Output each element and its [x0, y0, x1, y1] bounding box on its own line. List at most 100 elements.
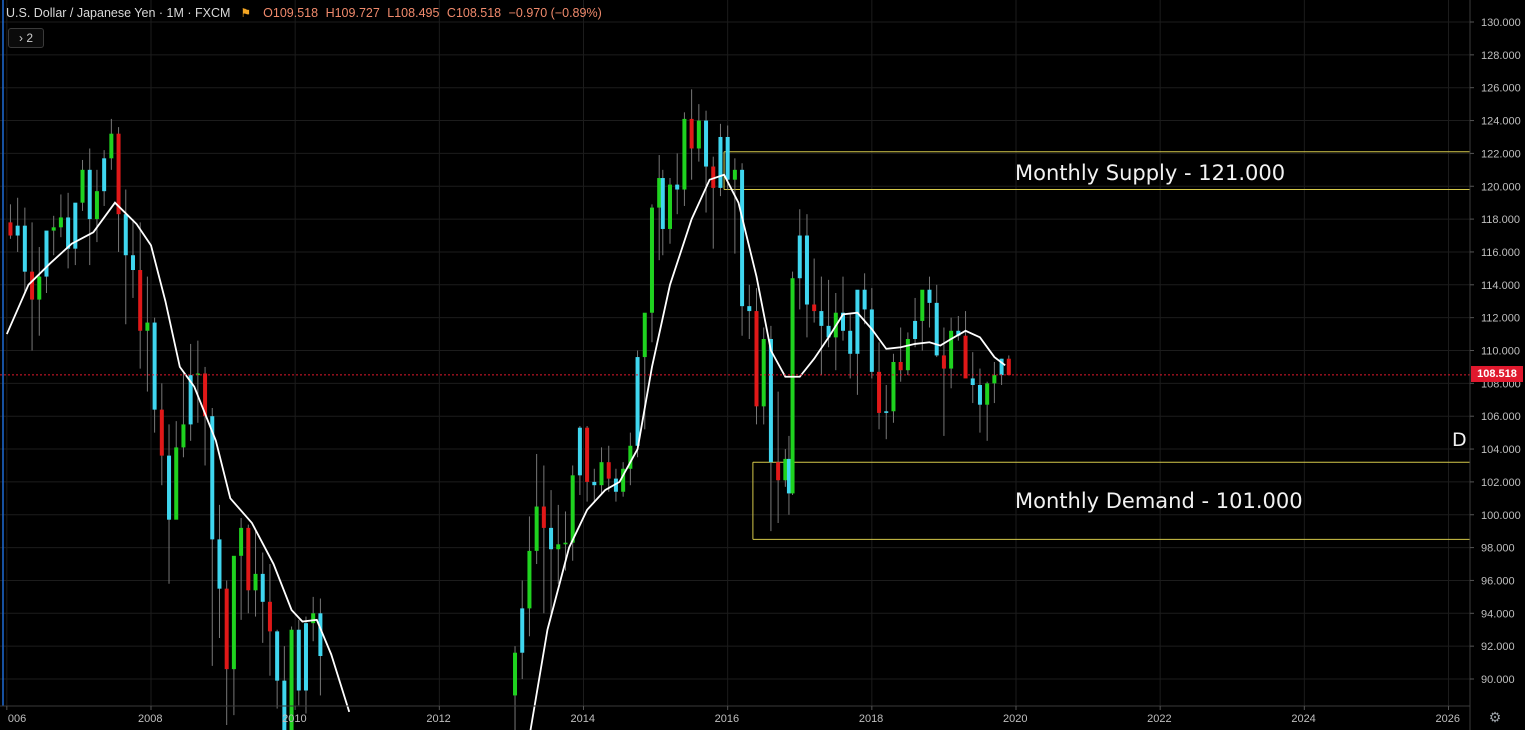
candle-body[interactable] — [577, 427, 582, 476]
candle-body[interactable] — [224, 588, 229, 670]
candle-body[interactable] — [740, 169, 745, 307]
candle-body[interactable] — [541, 506, 546, 528]
candle-body[interactable] — [862, 289, 867, 310]
candle-body[interactable] — [790, 278, 795, 494]
symbol-title[interactable]: U.S. Dollar / Japanese Yen · 1M · FXCM — [6, 6, 230, 20]
candle-body[interactable] — [275, 631, 280, 681]
candle-body[interactable] — [296, 629, 301, 691]
candle-body[interactable] — [58, 217, 63, 228]
candle-body[interactable] — [725, 136, 730, 180]
candle-body[interactable] — [941, 355, 946, 369]
candle-body[interactable] — [513, 652, 518, 696]
candle-body[interactable] — [534, 506, 539, 551]
candle-body[interactable] — [570, 475, 575, 543]
candle-body[interactable] — [927, 289, 932, 303]
candle-body[interactable] — [116, 133, 121, 215]
candle-body[interactable] — [303, 623, 308, 691]
candle-body[interactable] — [585, 427, 590, 482]
candle-body[interactable] — [718, 136, 723, 188]
candle-body[interactable] — [520, 608, 525, 653]
candle-body[interactable] — [159, 409, 164, 456]
candle-body[interactable] — [675, 184, 680, 190]
candle-body[interactable] — [260, 573, 265, 602]
candle-body[interactable] — [22, 225, 27, 272]
candle-body[interactable] — [891, 361, 896, 412]
candle-body[interactable] — [174, 447, 179, 520]
candle-body[interactable] — [783, 458, 788, 481]
candle-body[interactable] — [246, 527, 251, 591]
candle-body[interactable] — [898, 361, 903, 371]
flag-icon[interactable]: ⚑ — [240, 6, 251, 20]
candle-body[interactable] — [977, 384, 982, 405]
candle-body[interactable] — [66, 217, 71, 249]
candle-body[interactable] — [592, 481, 597, 486]
candle-body[interactable] — [649, 207, 654, 313]
candle-body[interactable] — [869, 309, 874, 372]
candle-body[interactable] — [44, 230, 49, 277]
candle-body[interactable] — [786, 458, 791, 494]
candle-body[interactable] — [660, 178, 665, 229]
candle-body[interactable] — [963, 335, 968, 379]
candle-body[interactable] — [311, 613, 316, 624]
candle-body[interactable] — [696, 120, 701, 149]
candle-body[interactable] — [797, 235, 802, 279]
candle-body[interactable] — [657, 178, 662, 208]
candle-body[interactable] — [985, 383, 990, 405]
candle-body[interactable] — [747, 306, 752, 312]
candle-body[interactable] — [732, 169, 737, 180]
candle-body[interactable] — [970, 378, 975, 385]
indicators-toggle-button[interactable]: › 2 — [8, 28, 44, 48]
candle-body[interactable] — [556, 544, 561, 550]
candle-body[interactable] — [231, 555, 236, 670]
candle-body[interactable] — [884, 411, 889, 413]
candle-body[interactable] — [138, 270, 143, 331]
candle-body[interactable] — [812, 304, 817, 312]
candle-body[interactable] — [642, 312, 647, 358]
candle-body[interactable] — [102, 158, 107, 192]
candle-body[interactable] — [704, 120, 709, 167]
candle-body[interactable] — [606, 462, 611, 479]
candle-body[interactable] — [527, 550, 532, 609]
candle-body[interactable] — [877, 371, 882, 413]
gear-icon[interactable]: ⚙ — [1487, 709, 1503, 725]
candle-body[interactable] — [689, 118, 694, 149]
candle-body[interactable] — [51, 227, 56, 231]
candle-body[interactable] — [130, 255, 135, 271]
candle-body[interactable] — [934, 302, 939, 356]
candle-body[interactable] — [239, 527, 244, 556]
candle-body[interactable] — [905, 339, 910, 371]
candle-body[interactable] — [563, 542, 568, 545]
candle-body[interactable] — [181, 424, 186, 448]
candle-body[interactable] — [217, 539, 222, 589]
candle-body[interactable] — [761, 339, 766, 407]
candle-body[interactable] — [949, 330, 954, 369]
candle-body[interactable] — [549, 527, 554, 550]
candle-body[interactable] — [80, 169, 85, 203]
candle-body[interactable] — [123, 214, 128, 256]
candle-body[interactable] — [30, 271, 35, 300]
candle-body[interactable] — [635, 357, 640, 446]
candle-body[interactable] — [913, 320, 918, 340]
candle-body[interactable] — [754, 311, 759, 407]
candle-body[interactable] — [668, 184, 672, 229]
candle-body[interactable] — [267, 601, 272, 632]
candle-body[interactable] — [920, 289, 925, 321]
candle-body[interactable] — [1006, 358, 1011, 376]
candle-body[interactable] — [167, 455, 172, 520]
candle-body[interactable] — [37, 276, 42, 300]
candle-body[interactable] — [819, 311, 824, 326]
candle-body[interactable] — [855, 289, 860, 354]
price-chart[interactable]: 130.000 128.000 126.000 124.000 122.000 120.0… — [0, 0, 1525, 730]
candle-body[interactable] — [15, 225, 20, 236]
candle-body[interactable] — [848, 330, 853, 354]
candle-body[interactable] — [318, 613, 323, 657]
candle-body[interactable] — [94, 191, 99, 220]
candle-body[interactable] — [8, 222, 13, 236]
candle-body[interactable] — [145, 322, 150, 331]
candle-body[interactable] — [599, 462, 604, 486]
candle-body[interactable] — [87, 169, 92, 220]
candle-body[interactable] — [253, 573, 258, 591]
candle-body[interactable] — [152, 322, 157, 410]
candle-body[interactable] — [776, 462, 781, 481]
candle-body[interactable] — [682, 118, 687, 190]
